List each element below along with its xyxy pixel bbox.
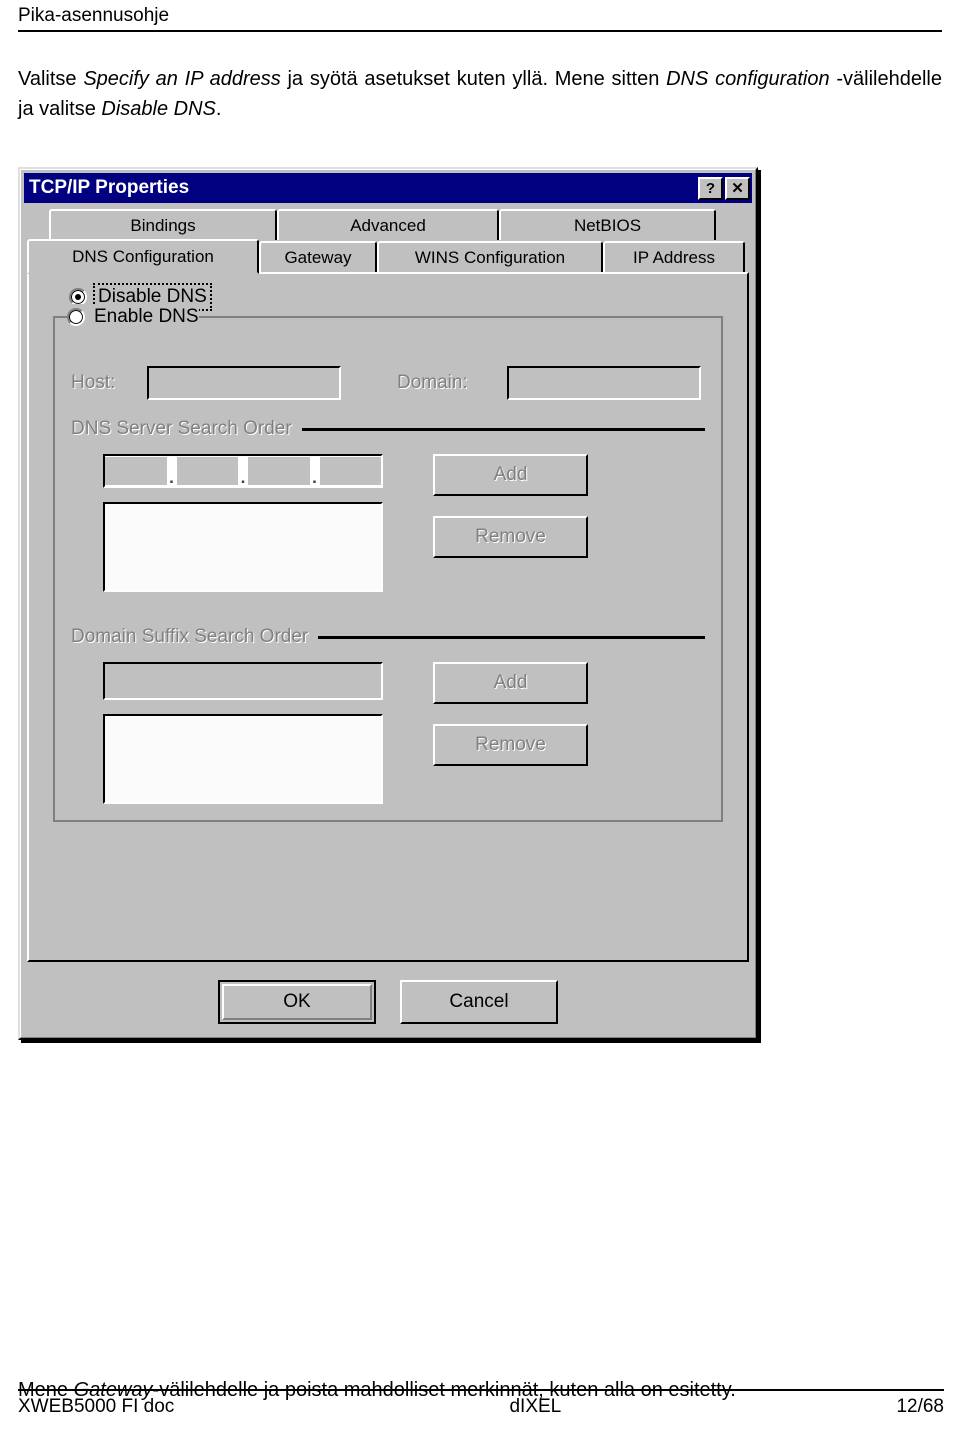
- ok-button-label: OK: [222, 984, 372, 1020]
- dns-configuration-panel: Disable DNS Enable DNS Host: Domain: DNS…: [27, 272, 749, 962]
- dialog-title: TCP/IP Properties: [29, 177, 190, 198]
- dns-ip-dot-1: .: [166, 456, 177, 486]
- groupbox-legend-mask: Enable DNS: [67, 304, 199, 330]
- suffix-remove-button[interactable]: Remove: [433, 724, 588, 766]
- host-label: Host:: [71, 372, 116, 393]
- domain-label: Domain:: [397, 372, 468, 393]
- page-footer: XWEB5000 FI doc dIXEL 12/68: [18, 1396, 944, 1418]
- tab-row-bottom: DNS Configuration Gateway WINS Configura…: [27, 239, 749, 274]
- tab-dns-configuration[interactable]: DNS Configuration: [27, 239, 259, 274]
- close-icon[interactable]: ✕: [725, 176, 750, 200]
- footer-rule: [18, 1389, 944, 1391]
- dialog-titlebar[interactable]: TCP/IP Properties ? ✕: [24, 173, 752, 203]
- tab-strip: Bindings Advanced NetBIOS DNS Configurat…: [24, 203, 752, 274]
- header-rule: [18, 30, 942, 32]
- intro-text-2: ja syötä asetukset kuten yllä. Mene sitt…: [280, 68, 667, 90]
- help-icon[interactable]: ?: [698, 176, 723, 200]
- enable-dns-groupbox: Enable DNS Host: Domain: DNS Server Sear…: [53, 304, 723, 822]
- intro-emphasis-2: DNS configuration: [666, 68, 830, 90]
- dns-search-order-label: DNS Server Search Order: [71, 418, 292, 439]
- dns-add-button[interactable]: Add: [433, 454, 588, 496]
- footer-document-name: XWEB5000 FI doc: [18, 1396, 175, 1417]
- dialog-inner-frame: TCP/IP Properties ? ✕ Bindings Advanced …: [20, 169, 756, 1038]
- domain-input[interactable]: [507, 366, 701, 400]
- dns-entry-left: . . .: [103, 454, 383, 592]
- intro-text-4: .: [215, 98, 222, 120]
- footer-brand: dIXEL: [509, 1396, 562, 1417]
- tab-row-top: Bindings Advanced NetBIOS: [49, 209, 749, 240]
- dns-ip-dot-3: .: [309, 456, 320, 486]
- dns-remove-button[interactable]: Remove: [433, 516, 588, 558]
- dns-ip-address-input[interactable]: . . .: [103, 454, 383, 488]
- host-input[interactable]: [147, 366, 341, 400]
- intro-emphasis-3: Disable DNS: [101, 98, 216, 120]
- suffix-entry-row: Add Remove: [103, 662, 705, 804]
- tab-netbios[interactable]: NetBIOS: [499, 209, 716, 240]
- suffix-search-order-rule: [318, 635, 705, 639]
- dns-ip-octet-1[interactable]: [105, 457, 167, 485]
- suffix-add-button[interactable]: Add: [433, 662, 588, 704]
- intro-emphasis-1: Specify an IP address: [83, 68, 281, 90]
- dns-ip-octet-4[interactable]: [319, 457, 381, 485]
- dns-search-order-legend-row: DNS Server Search Order: [71, 418, 705, 440]
- radio-row-enable-dns[interactable]: Enable DNS: [67, 304, 199, 330]
- dns-remove-label: Remove: [475, 526, 546, 547]
- tab-gateway[interactable]: Gateway: [259, 241, 377, 272]
- tab-advanced[interactable]: Advanced: [277, 209, 499, 240]
- tcpip-properties-dialog: TCP/IP Properties ? ✕ Bindings Advanced …: [18, 167, 758, 1040]
- suffix-buttons: Add Remove: [433, 662, 588, 766]
- ok-button[interactable]: OK: [218, 980, 376, 1024]
- suffix-search-order-legend-row: Domain Suffix Search Order: [71, 626, 705, 648]
- suffix-search-order-label: Domain Suffix Search Order: [71, 626, 309, 647]
- dns-entry-row: . . . Add Remove: [103, 454, 705, 592]
- host-domain-row: Host: Domain:: [71, 366, 705, 400]
- suffix-input[interactable]: [103, 662, 383, 700]
- tab-ip-address[interactable]: IP Address: [603, 241, 745, 272]
- radio-enable-dns[interactable]: [67, 308, 85, 326]
- dns-ip-octet-2[interactable]: [176, 457, 238, 485]
- dialog-button-bar: OK Cancel: [24, 980, 752, 1024]
- footer-page-number: 12/68: [896, 1396, 944, 1417]
- radio-label-enable-dns: Enable DNS: [94, 306, 199, 327]
- intro-paragraph: Valitse Specify an IP address ja syötä a…: [18, 64, 942, 124]
- dns-ip-dot-2: .: [238, 456, 248, 486]
- intro-text-1: Valitse: [18, 68, 84, 90]
- suffix-list[interactable]: [103, 714, 383, 804]
- dns-search-order-rule: [301, 427, 705, 431]
- suffix-entry-left: [103, 662, 383, 804]
- dns-buttons: Add Remove: [433, 454, 588, 558]
- cancel-button[interactable]: Cancel: [400, 980, 558, 1024]
- suffix-add-label: Add: [493, 672, 528, 693]
- tab-wins-configuration[interactable]: WINS Configuration: [377, 241, 603, 272]
- cancel-button-label: Cancel: [449, 991, 509, 1012]
- dns-add-label: Add: [493, 464, 528, 485]
- dns-ip-octet-3[interactable]: [248, 457, 310, 485]
- suffix-remove-label: Remove: [475, 734, 546, 755]
- page-title: Pika-asennusohje: [18, 5, 170, 26]
- page-header: Pika-asennusohje: [18, 4, 942, 32]
- tab-bindings[interactable]: Bindings: [49, 209, 277, 240]
- dns-server-list[interactable]: [103, 502, 383, 592]
